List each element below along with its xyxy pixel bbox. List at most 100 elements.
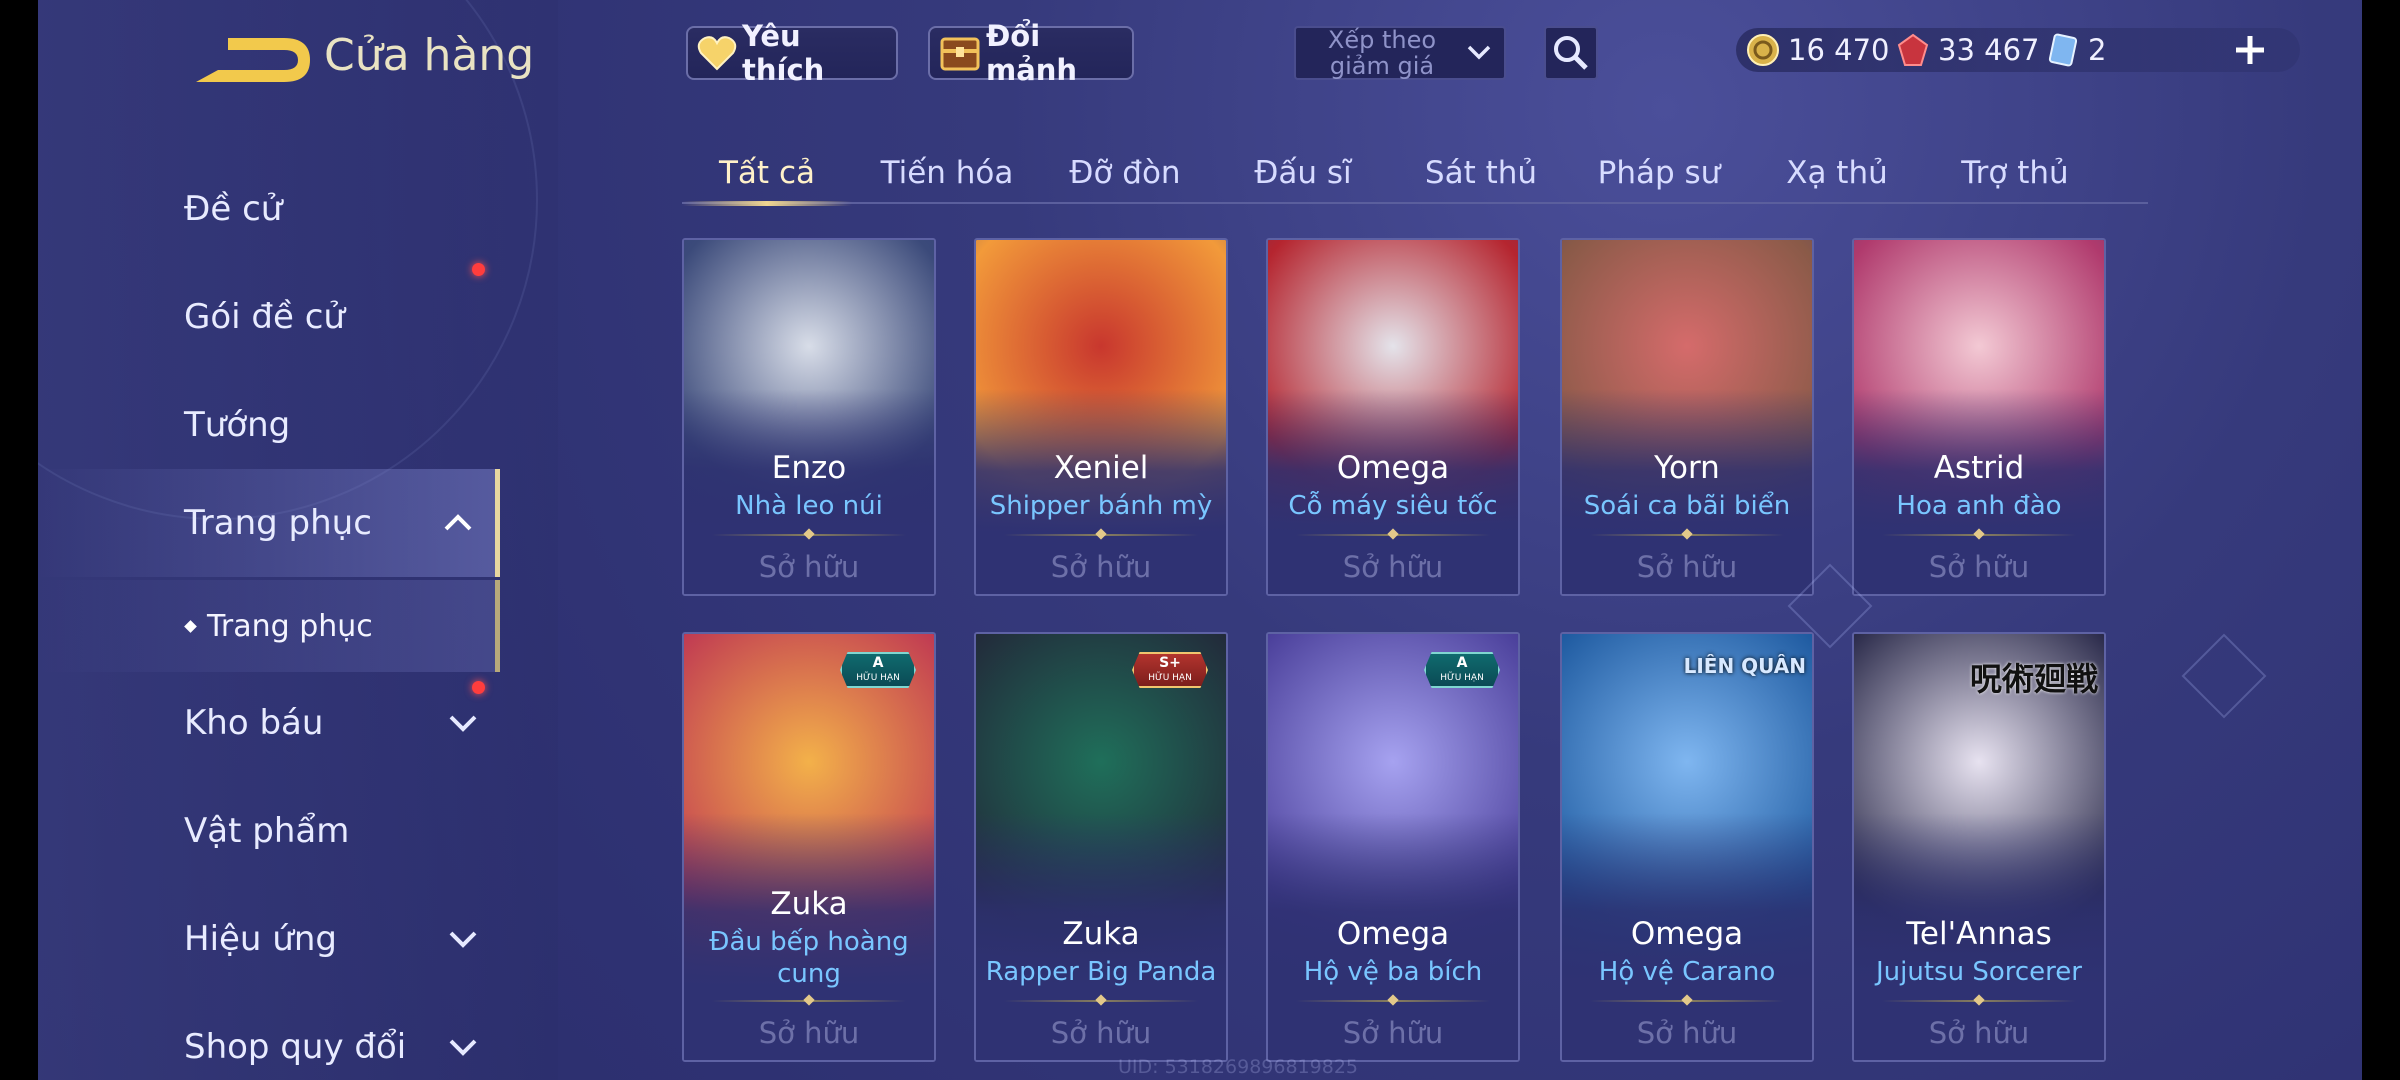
card-divider <box>1296 534 1490 536</box>
sidebar-item-heroes[interactable]: Tướng <box>38 371 500 479</box>
hero-name: Enzo <box>771 450 847 486</box>
chevron-down-icon <box>449 1039 477 1056</box>
sidebar-item-label: Hiệu ứng <box>184 919 337 959</box>
back-button[interactable] <box>188 30 318 90</box>
sidebar-item-skins[interactable]: Trang phục <box>38 469 500 577</box>
sidebar-item-effects[interactable]: Hiệu ứng <box>38 885 500 993</box>
plus-icon <box>2236 36 2264 64</box>
sort-value: Xếp theo giảm giá <box>1327 26 1437 80</box>
treasure-chest-icon <box>938 31 982 75</box>
owned-status: Sở hữu <box>1342 1016 1444 1050</box>
skin-name: Hộ vệ ba bích <box>1303 957 1483 987</box>
owned-status: Sở hữu <box>1928 550 2030 584</box>
skin-name: Rapper Big Panda <box>985 957 1217 987</box>
skin-name: Nhà leo núi <box>735 491 883 521</box>
skin-card[interactable]: Enzo Nhà leo núi Sở hữu <box>682 238 936 596</box>
sidebar-item-label: Vật phẩm <box>184 811 350 851</box>
hero-name: Omega <box>1336 916 1450 952</box>
hero-name: Zuka <box>1062 916 1140 952</box>
uid-watermark: UID: 5318269896819825 <box>1118 1056 1358 1078</box>
ticket-card-icon <box>2044 31 2082 69</box>
owned-status: Sở hữu <box>1636 550 1738 584</box>
owned-status: Sở hữu <box>1636 1016 1738 1050</box>
skin-card[interactable]: Omega Cỗ máy siêu tốc Sở hữu <box>1266 238 1520 596</box>
sidebar-item-label: Trang phục <box>184 503 372 543</box>
skin-name: Hộ vệ Carano <box>1598 957 1776 987</box>
currency-bar: 16 470 33 467 2 <box>1736 28 2300 72</box>
chevron-down-icon <box>449 715 477 732</box>
skin-card[interactable]: 呪術廻戦 Tel'Annas Jujutsu Sorcerer Sở hữu <box>1852 632 2106 1062</box>
shop-window: Cửa hàng Yêu thích Đổi mảnh Xếp theo giả… <box>38 0 2362 1080</box>
sort-dropdown[interactable]: Xếp theo giảm giá <box>1294 26 1506 80</box>
card-divider <box>712 1000 906 1002</box>
rarity-badge: A HỮU HẠN <box>840 652 916 688</box>
search-button[interactable] <box>1544 26 1598 80</box>
tab-all[interactable]: Tất cả <box>682 144 852 206</box>
add-currency-button[interactable] <box>2232 32 2268 68</box>
skin-name: Soái ca bãi biển <box>1583 491 1791 521</box>
card-divider <box>1004 1000 1198 1002</box>
sidebar-item-treasure[interactable]: Kho báu <box>38 669 500 777</box>
rarity-label: HỮU HẠN <box>1440 673 1484 683</box>
notification-dot <box>472 263 485 276</box>
tab-support[interactable]: Trợ thủ <box>1930 144 2100 202</box>
hero-name: Astrid <box>1933 450 2025 486</box>
bullet-diamond-icon <box>184 619 197 633</box>
gold-balance: 16 470 <box>1744 28 1889 72</box>
chevron-down-icon <box>449 931 477 948</box>
skin-name: Jujutsu Sorcerer <box>1876 957 2082 987</box>
skin-card[interactable]: A HỮU HẠN Omega Hộ vệ ba bích Sở hữu <box>1266 632 1520 1062</box>
sidebar-item-recommended-bundles[interactable]: Gói đề cử <box>38 263 500 371</box>
ruby-amount: 33 467 <box>1938 33 2040 67</box>
hero-name: Zuka <box>770 886 848 922</box>
rarity-label: HỮU HẠN <box>1148 673 1192 683</box>
skin-card[interactable]: A HỮU HẠN Zuka Đầu bếp hoàng cung Sở hữu <box>682 632 936 1062</box>
tab-mage[interactable]: Pháp sư <box>1574 144 1744 202</box>
skin-card[interactable]: Xeniel Shipper bánh mỳ Sở hữu <box>974 238 1228 596</box>
rarity-grade: S+ <box>1159 655 1181 671</box>
role-tabs: Tất cả Tiến hóa Đỡ đòn Đấu sĩ Sát thủ Ph… <box>682 144 2148 206</box>
skin-card[interactable]: Yorn Soái ca bãi biển Sở hữu <box>1560 238 1814 596</box>
shard-exchange-label: Đổi mảnh <box>986 19 1078 87</box>
gold-amount: 16 470 <box>1788 33 1890 67</box>
heart-icon <box>696 31 738 75</box>
card-divider <box>1590 534 1784 536</box>
favorites-button[interactable]: Yêu thích <box>686 19 898 87</box>
collab-logo-text: 呪術廻戦 <box>1969 660 2098 698</box>
hero-name: Omega <box>1630 916 1744 952</box>
screen: Cửa hàng Yêu thích Đổi mảnh Xếp theo giả… <box>0 0 2400 1080</box>
rarity-badge: A HỮU HẠN <box>1424 652 1500 688</box>
sidebar-item-label: Gói đề cử <box>184 297 345 337</box>
card-divider <box>1882 534 2076 536</box>
tab-fighter[interactable]: Đấu sĩ <box>1218 144 1388 202</box>
tab-tank[interactable]: Đỡ đòn <box>1040 144 1210 202</box>
tab-marksman[interactable]: Xạ thủ <box>1752 144 1922 202</box>
card-divider <box>712 534 906 536</box>
hero-name: Omega <box>1336 450 1450 486</box>
gold-coin-icon <box>1744 31 1782 69</box>
tab-assassin[interactable]: Sát thủ <box>1396 144 1566 202</box>
tab-evolution[interactable]: Tiến hóa <box>862 144 1032 202</box>
page-title: Cửa hàng <box>324 30 535 81</box>
shard-exchange-button[interactable]: Đổi mảnh <box>928 19 1134 87</box>
owned-status: Sở hữu <box>1928 1016 2030 1050</box>
rarity-grade: A <box>1456 655 1468 671</box>
skin-name: Shipper bánh mỳ <box>989 491 1213 521</box>
card-divider <box>1004 534 1198 536</box>
skin-card[interactable]: LIÊN QUÂN Omega Hộ vệ Carano Sở hữu <box>1560 632 1814 1062</box>
skin-card[interactable]: Astrid Hoa anh đào Sở hữu <box>1852 238 2106 596</box>
sidebar-subitem-skins[interactable]: Trang phục <box>38 580 500 672</box>
rarity-label: HỮU HẠN <box>856 673 900 683</box>
skin-card[interactable]: S+ HỮU HẠN Zuka Rapper Big Panda Sở hữu <box>974 632 1228 1062</box>
skin-name: Hoa anh đào <box>1896 491 2062 521</box>
sidebar-item-recommended[interactable]: Đề cử <box>38 155 500 263</box>
card-divider <box>1882 1000 2076 1002</box>
hero-name: Xeniel <box>1053 450 1149 486</box>
ticket-balance: 2 <box>2044 28 2106 72</box>
sidebar-item-items[interactable]: Vật phẩm <box>38 777 500 885</box>
sidebar-item-label: Tướng <box>184 405 291 445</box>
sidebar-item-label: Kho báu <box>184 703 324 743</box>
sidebar-item-exchange-shop[interactable]: Shop quy đổi <box>38 993 500 1080</box>
owned-status: Sở hữu <box>758 1016 860 1050</box>
ticket-amount: 2 <box>2088 33 2107 67</box>
